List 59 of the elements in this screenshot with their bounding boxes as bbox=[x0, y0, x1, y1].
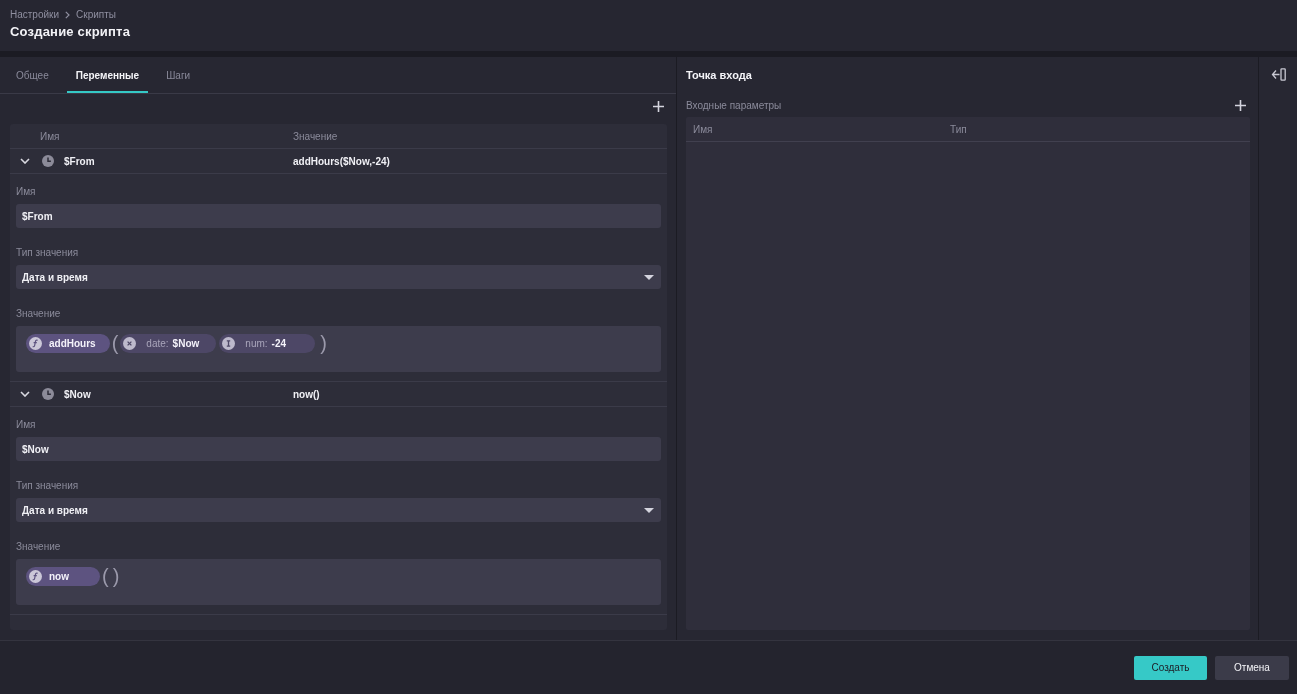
tab[interactable]: Переменные bbox=[66, 57, 149, 93]
collapse-panel-button[interactable] bbox=[1270, 68, 1286, 81]
arrow-left-bar-icon bbox=[1270, 68, 1286, 81]
clock-icon bbox=[42, 388, 54, 400]
column-header: Имя bbox=[693, 123, 714, 135]
caret-down-icon bbox=[644, 507, 654, 513]
cancel-button[interactable]: Отмена bbox=[1215, 655, 1289, 680]
argument-label: num: bbox=[245, 338, 268, 349]
field-label: Тип значения bbox=[16, 246, 79, 259]
argument-value: $Now bbox=[172, 338, 200, 349]
bracket: ) bbox=[320, 334, 327, 353]
field-label: Тип значения bbox=[16, 479, 79, 492]
page-title: Создание скрипта bbox=[10, 24, 131, 40]
field-label: Значение bbox=[16, 307, 61, 320]
caret-down-icon bbox=[644, 274, 654, 280]
chevron-down-icon bbox=[20, 158, 30, 164]
tab[interactable]: Общее bbox=[7, 57, 58, 93]
field-label: Значение bbox=[16, 540, 61, 553]
chevron-right-icon bbox=[65, 11, 71, 19]
create-button[interactable]: Создать bbox=[1134, 655, 1207, 680]
bracket: ) bbox=[112, 567, 120, 586]
function-icon bbox=[29, 337, 42, 350]
clock-icon bbox=[42, 155, 54, 167]
bracket: ( bbox=[102, 567, 109, 586]
type-select[interactable]: Дата и время bbox=[16, 265, 661, 289]
plus-icon bbox=[653, 100, 664, 112]
field-label: Имя bbox=[16, 185, 36, 198]
expression-field[interactable]: now ( ) bbox=[16, 559, 661, 605]
argument-chip[interactable]: date: $Now bbox=[120, 334, 217, 353]
tab[interactable]: Шаги bbox=[157, 57, 200, 93]
chevron-down-icon bbox=[20, 391, 30, 397]
plus-icon bbox=[1235, 99, 1246, 111]
variable-name: $Now bbox=[64, 388, 91, 400]
text-cursor-icon bbox=[222, 337, 236, 350]
function-chip[interactable]: now bbox=[26, 567, 100, 586]
add-variable-button[interactable] bbox=[653, 100, 664, 112]
argument-chip[interactable]: num: -24 bbox=[219, 334, 316, 353]
column-header: Имя bbox=[39, 130, 61, 142]
argument-value: -24 bbox=[271, 338, 287, 349]
function-icon bbox=[29, 570, 42, 583]
variable-name: $From bbox=[64, 155, 95, 167]
panel-title: Точка входа bbox=[686, 69, 752, 81]
bracket: ( bbox=[111, 334, 119, 353]
type-select[interactable]: Дата и время bbox=[16, 498, 661, 522]
column-header: Значение bbox=[293, 130, 339, 142]
add-parameter-button[interactable] bbox=[1235, 99, 1246, 111]
breadcrumb-link[interactable]: Настройки bbox=[10, 9, 60, 21]
column-header: Тип bbox=[950, 123, 968, 135]
expression-field[interactable]: addHours ( date: $Now num: -24 ) bbox=[16, 326, 661, 372]
function-chip[interactable]: addHours bbox=[26, 334, 110, 353]
argument-label: date: bbox=[146, 338, 169, 349]
name-input[interactable]: $From bbox=[16, 204, 661, 228]
variable-value: now() bbox=[293, 388, 321, 400]
section-label: Входные параметры bbox=[686, 99, 782, 111]
name-input[interactable]: $Now bbox=[16, 437, 661, 461]
breadcrumb-current: Скрипты bbox=[76, 9, 116, 21]
field-label: Имя bbox=[16, 418, 36, 431]
variable-value: addHours($Now,-24) bbox=[293, 155, 391, 167]
x-circle-icon bbox=[123, 337, 137, 350]
